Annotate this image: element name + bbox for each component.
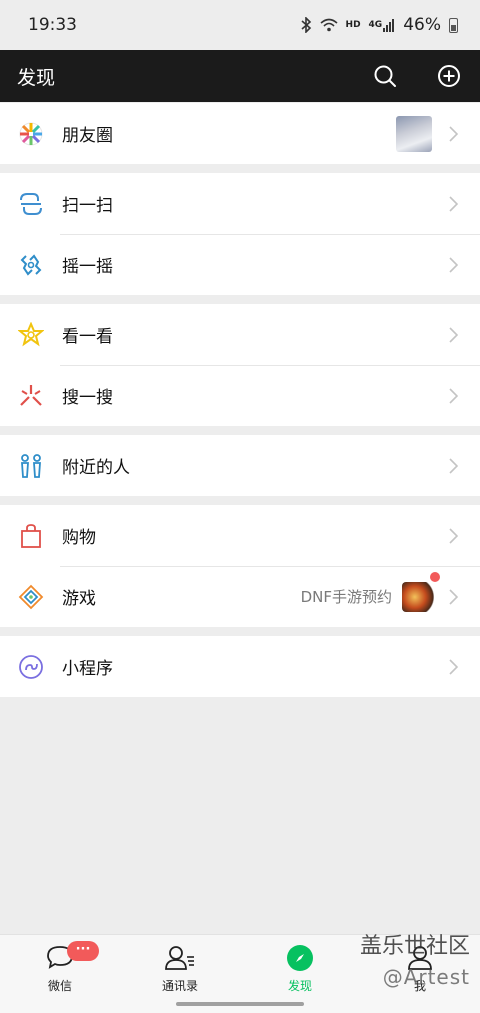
moments-icon xyxy=(17,120,45,148)
chevron-right-icon xyxy=(446,658,460,675)
list-item-label: 摇一摇 xyxy=(62,257,113,277)
search-icon[interactable] xyxy=(372,63,398,89)
tab-chats[interactable]: ··· 微信 xyxy=(0,935,120,1013)
moments-thumbnail xyxy=(396,115,432,152)
network-type: 4G xyxy=(368,20,383,30)
status-time: 19:33 xyxy=(28,15,77,35)
hd-indicator: HD xyxy=(345,20,361,30)
shopping-bag-icon xyxy=(17,522,45,550)
list-item-people-nearby[interactable]: 附近的人 xyxy=(0,435,480,496)
list-item-label: 游戏 xyxy=(62,589,96,609)
game-thumbnail xyxy=(402,571,440,612)
list-item-moments[interactable]: 朋友圈 xyxy=(0,103,480,164)
battery-icon xyxy=(449,17,458,33)
watermark: 盖乐世社区 @Artest xyxy=(360,932,470,992)
wifi-icon xyxy=(320,18,338,32)
chevron-right-icon xyxy=(446,387,460,404)
chevron-right-icon xyxy=(446,326,460,343)
chevron-right-icon xyxy=(446,457,460,474)
header-actions xyxy=(372,63,462,89)
home-indicator xyxy=(176,1002,304,1006)
list-item-shopping[interactable]: 购物 xyxy=(0,505,480,566)
chevron-right-icon xyxy=(446,256,460,273)
compass-icon xyxy=(285,943,315,973)
contacts-icon xyxy=(165,943,195,973)
list-item-shake[interactable]: 摇一摇 xyxy=(0,234,480,295)
list-item-games[interactable]: 游戏 DNF手游预约 xyxy=(0,566,480,627)
list-item-top-stories[interactable]: 看一看 xyxy=(0,304,480,365)
list-item-label: 搜一搜 xyxy=(62,388,113,408)
add-icon[interactable] xyxy=(436,63,462,89)
status-icons: HD 4G 46% xyxy=(300,15,458,35)
list-item-scan[interactable]: 扫一扫 xyxy=(0,173,480,234)
games-promo-text: DNF手游预约 xyxy=(300,588,392,606)
list-item-search[interactable]: 搜一搜 xyxy=(0,365,480,426)
group-shop-games: 购物 游戏 DNF手游预约 xyxy=(0,505,480,627)
chevron-right-icon xyxy=(446,527,460,544)
sou-search-icon xyxy=(17,382,45,410)
group-look-search: 看一看 搜一搜 xyxy=(0,304,480,426)
list-item-label: 看一看 xyxy=(62,327,113,347)
top-stories-icon xyxy=(17,321,45,349)
group-scan-shake: 扫一扫 摇一摇 xyxy=(0,173,480,295)
chevron-right-icon xyxy=(446,125,460,142)
tab-label: 微信 xyxy=(47,979,72,993)
row-right xyxy=(396,115,460,152)
people-nearby-icon xyxy=(17,452,45,480)
shake-icon xyxy=(17,251,45,279)
status-bar: 19:33 HD 4G 46% xyxy=(0,0,480,50)
group-moments: 朋友圈 xyxy=(0,103,480,164)
unread-badge: ··· xyxy=(67,941,99,961)
list-item-label: 附近的人 xyxy=(62,458,130,478)
top-bar: 发现 xyxy=(0,50,480,102)
bluetooth-icon xyxy=(300,17,312,33)
page-title: 发现 xyxy=(17,66,56,89)
watermark-line-2: @Artest xyxy=(382,965,470,989)
list-item-label: 朋友圈 xyxy=(62,126,113,146)
battery-percent: 46% xyxy=(403,15,441,35)
list-item-mini-programs[interactable]: 小程序 xyxy=(0,636,480,697)
mini-programs-icon xyxy=(17,653,45,681)
row-right: DNF手游预约 xyxy=(300,571,460,612)
list-item-label: 小程序 xyxy=(62,659,113,679)
tab-label: 通讯录 xyxy=(161,979,198,993)
scan-icon xyxy=(17,190,45,218)
unread-dot xyxy=(430,571,440,582)
tab-label: 发现 xyxy=(287,979,312,993)
group-nearby: 附近的人 xyxy=(0,435,480,496)
group-mini-programs: 小程序 xyxy=(0,636,480,697)
list-item-label: 购物 xyxy=(62,528,96,548)
list-item-label: 扫一扫 xyxy=(62,196,113,216)
chevron-right-icon xyxy=(446,195,460,212)
watermark-line-1: 盖乐世社区 xyxy=(359,934,470,959)
signal-icon: 4G xyxy=(369,18,396,32)
games-icon xyxy=(17,583,45,611)
chevron-right-icon xyxy=(446,588,460,605)
